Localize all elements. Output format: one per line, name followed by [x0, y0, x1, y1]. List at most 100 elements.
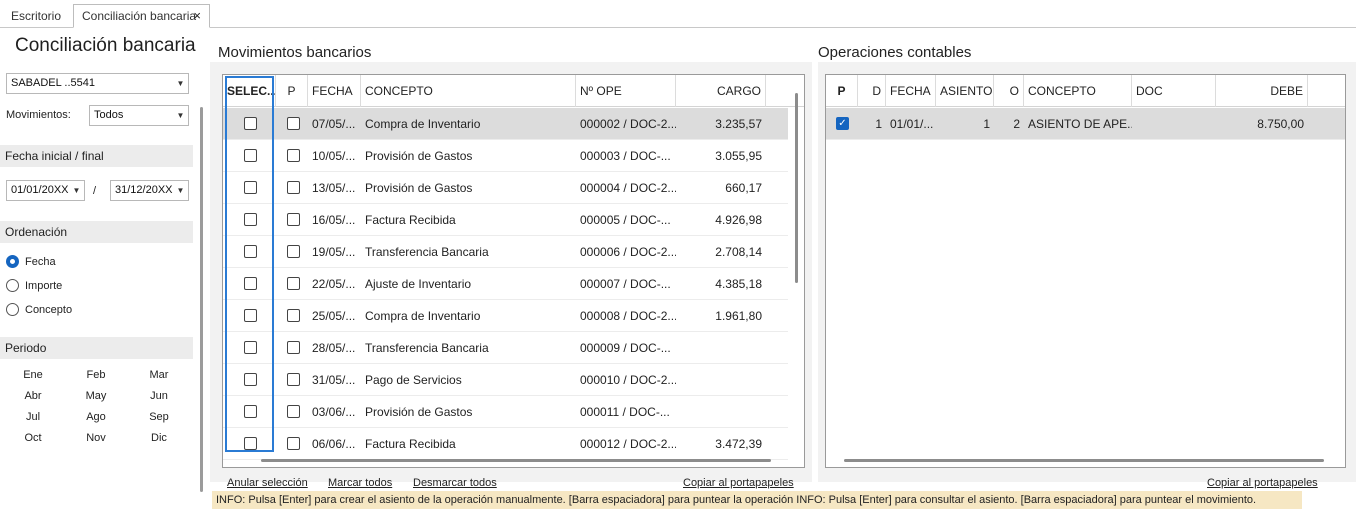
- col-fecha[interactable]: FECHA: [886, 75, 936, 107]
- col-asiento[interactable]: ASIENTO: [936, 75, 994, 107]
- cell-cargo: [676, 364, 766, 396]
- col-cargo[interactable]: CARGO: [676, 75, 766, 107]
- selec-checkbox[interactable]: [244, 437, 257, 450]
- month-jul[interactable]: Jul: [13, 411, 53, 423]
- month-may[interactable]: May: [76, 390, 116, 402]
- left-scrollbar[interactable]: [200, 107, 203, 492]
- tab-conciliacion[interactable]: Conciliación bancaria ×: [73, 4, 210, 28]
- cell-fecha: 22/05/...: [312, 277, 356, 291]
- bank-vscrollbar[interactable]: [795, 93, 798, 283]
- month-ene[interactable]: Ene: [13, 369, 53, 381]
- table-row[interactable]: 25/05/... Compra de Inventario 000008 / DO…: [223, 300, 788, 332]
- selec-checkbox[interactable]: [244, 181, 257, 194]
- col-p[interactable]: P: [826, 75, 858, 107]
- col-concepto[interactable]: CONCEPTO: [361, 75, 576, 107]
- selec-checkbox[interactable]: [244, 213, 257, 226]
- selec-checkbox[interactable]: [244, 373, 257, 386]
- bank-grid: SELEC... P FECHA CONCEPTO Nº OPE CARGO 0…: [222, 74, 805, 468]
- table-row[interactable]: 03/06/... Provisión de Gastos 000011 / DOC…: [223, 396, 788, 428]
- account-select[interactable]: SABADEL ..5541 ▼: [6, 73, 189, 94]
- tab-bar: Escritorio Conciliación bancaria ×: [0, 0, 1356, 28]
- radio-order-importe[interactable]: Importe: [6, 278, 62, 294]
- tab-escritorio[interactable]: Escritorio: [2, 4, 70, 28]
- mark-all-link[interactable]: Marcar todos: [328, 477, 392, 489]
- cell-cargo: 4.385,18: [715, 277, 762, 291]
- col-p[interactable]: P: [276, 75, 308, 107]
- unmark-all-link[interactable]: Desmarcar todos: [413, 477, 497, 489]
- table-row[interactable]: 10/05/... Provisión de Gastos 000003 / DOC…: [223, 140, 788, 172]
- ops-copy-link[interactable]: Copiar al portapapeles: [1207, 477, 1318, 489]
- cell-nope: 000002 / DOC-2...: [580, 117, 676, 131]
- close-icon[interactable]: ×: [193, 5, 201, 27]
- date-separator: /: [93, 185, 97, 197]
- selec-checkbox[interactable]: [244, 405, 257, 418]
- panel-splitter[interactable]: [812, 62, 818, 482]
- cell-cargo: 3.055,95: [715, 149, 762, 163]
- radio-icon: [6, 303, 19, 316]
- table-row[interactable]: 16/05/... Factura Recibida 000005 / DOC-..…: [223, 204, 788, 236]
- p-checkbox[interactable]: [287, 309, 300, 322]
- month-nov[interactable]: Nov: [76, 432, 116, 444]
- table-row[interactable]: 19/05/... Transferencia Bancaria 000006 / …: [223, 236, 788, 268]
- p-checkbox[interactable]: ✓: [836, 117, 849, 130]
- cell-nope: 000010 / DOC-2...: [580, 373, 676, 387]
- p-checkbox[interactable]: [287, 149, 300, 162]
- table-row[interactable]: 13/05/... Provisión de Gastos 000004 / DOC…: [223, 172, 788, 204]
- chevron-down-icon: ▼: [72, 186, 81, 195]
- selec-checkbox[interactable]: [244, 245, 257, 258]
- selec-checkbox[interactable]: [244, 277, 257, 290]
- p-checkbox[interactable]: [287, 245, 300, 258]
- movements-select[interactable]: Todos ▼: [89, 105, 189, 126]
- table-row[interactable]: 22/05/... Ajuste de Inventario 000007 / DO…: [223, 268, 788, 300]
- table-row[interactable]: 07/05/... Compra de Inventario 000002 / DO…: [223, 108, 788, 140]
- col-debe[interactable]: DEBE: [1216, 75, 1308, 107]
- radio-order-fecha[interactable]: Fecha: [6, 254, 56, 270]
- month-feb[interactable]: Feb: [76, 369, 116, 381]
- ops-grid-header: P D FECHA ASIENTO O CONCEPTO DOC DEBE: [826, 75, 1345, 107]
- col-o[interactable]: O: [994, 75, 1024, 107]
- table-row[interactable]: ✓ 1 01/01/... 1 2 ASIENTO DE APE... 8.750,00: [826, 108, 1345, 140]
- col-selec[interactable]: SELEC...: [223, 75, 276, 107]
- p-checkbox[interactable]: [287, 181, 300, 194]
- selec-checkbox[interactable]: [244, 149, 257, 162]
- p-checkbox[interactable]: [287, 437, 300, 450]
- selec-checkbox[interactable]: [244, 309, 257, 322]
- cell-asiento: 1: [983, 117, 990, 131]
- radio-order-concepto[interactable]: Concepto: [6, 302, 72, 318]
- month-oct[interactable]: Oct: [13, 432, 53, 444]
- col-doc[interactable]: DOC: [1132, 75, 1216, 107]
- p-checkbox[interactable]: [287, 405, 300, 418]
- month-abr[interactable]: Abr: [13, 390, 53, 402]
- table-row[interactable]: 06/06/... Factura Recibida 000012 / DOC-2.…: [223, 428, 788, 460]
- radio-label: Concepto: [25, 304, 73, 316]
- date-from-select[interactable]: 01/01/20XX ▼: [6, 180, 85, 201]
- date-to-select[interactable]: 31/12/20XX ▼: [110, 180, 189, 201]
- chevron-down-icon: ▼: [176, 111, 185, 120]
- bank-hscrollbar[interactable]: [261, 459, 771, 462]
- col-concepto[interactable]: CONCEPTO: [1024, 75, 1132, 107]
- month-dic[interactable]: Dic: [139, 432, 179, 444]
- col-d[interactable]: D: [858, 75, 886, 107]
- cell-fecha: 06/06/...: [312, 437, 356, 451]
- bank-copy-link[interactable]: Copiar al portapapeles: [683, 477, 794, 489]
- p-checkbox[interactable]: [287, 341, 300, 354]
- month-jun[interactable]: Jun: [139, 390, 179, 402]
- p-checkbox[interactable]: [287, 373, 300, 386]
- ops-hscrollbar[interactable]: [844, 459, 1324, 462]
- chevron-down-icon: ▼: [176, 79, 185, 88]
- month-ago[interactable]: Ago: [76, 411, 116, 423]
- selec-checkbox[interactable]: [244, 117, 257, 130]
- col-nope[interactable]: Nº OPE: [576, 75, 676, 107]
- p-checkbox[interactable]: [287, 277, 300, 290]
- cancel-selection-link[interactable]: Anular selección: [227, 477, 308, 489]
- account-value: SABADEL ..5541: [11, 77, 95, 89]
- col-fecha[interactable]: FECHA: [308, 75, 361, 107]
- table-row[interactable]: 28/05/... Transferencia Bancaria 000009 / …: [223, 332, 788, 364]
- p-checkbox[interactable]: [287, 117, 300, 130]
- month-sep[interactable]: Sep: [139, 411, 179, 423]
- month-mar[interactable]: Mar: [139, 369, 179, 381]
- p-checkbox[interactable]: [287, 213, 300, 226]
- selec-checkbox[interactable]: [244, 341, 257, 354]
- table-row[interactable]: 31/05/... Pago de Servicios 000010 / DOC-2…: [223, 364, 788, 396]
- date-to-value: 31/12/20XX: [115, 184, 173, 196]
